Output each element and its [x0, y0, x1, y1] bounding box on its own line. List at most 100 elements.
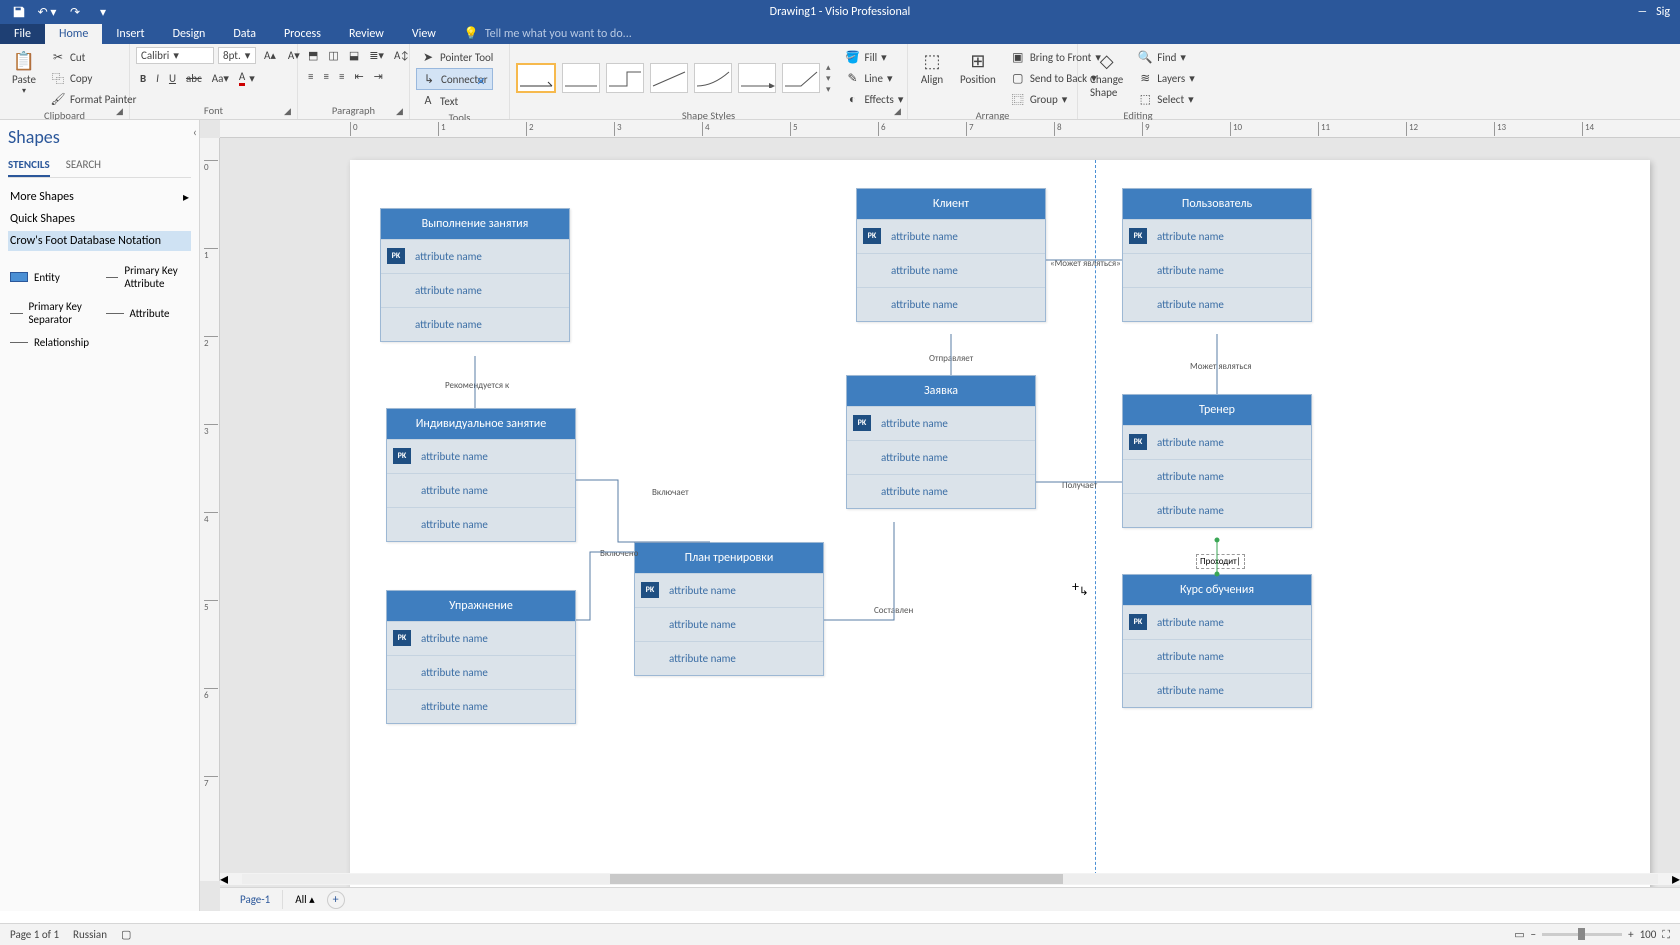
entity-vypolnenie[interactable]: Выполнение занятия PKattribute name attr…: [380, 208, 570, 342]
copy-button[interactable]: ⿻Copy: [46, 68, 140, 88]
align-middle-button[interactable]: ◫: [324, 47, 342, 64]
cut-button[interactable]: ✂Cut: [46, 47, 140, 67]
quick-shapes-item[interactable]: Quick Shapes: [8, 209, 191, 229]
clipboard-launcher-icon[interactable]: ◢: [116, 106, 126, 116]
format-painter-button[interactable]: 🖌Format Painter: [46, 89, 140, 109]
change-shape-button[interactable]: ◇Change Shape: [1084, 47, 1129, 101]
fit-page-icon[interactable]: ⛶: [1662, 928, 1670, 942]
font-name-combo[interactable]: Calibri▾: [136, 47, 214, 64]
pages-all[interactable]: All ▴: [295, 893, 314, 906]
position-button[interactable]: ⊞Position: [954, 47, 1002, 88]
search-tab[interactable]: SEARCH: [66, 154, 101, 177]
zoom-out-button[interactable]: −: [1531, 928, 1536, 941]
entity-individualnoe[interactable]: Индивидуальное занятие PKattribute name …: [386, 408, 576, 542]
indent-decrease-button[interactable]: ⇤: [350, 68, 367, 85]
close-icon[interactable]: ✕: [476, 75, 485, 88]
macro-record-icon[interactable]: ▢: [121, 928, 131, 941]
paragraph-launcher-icon[interactable]: ◢: [396, 106, 406, 116]
presentation-mode-icon[interactable]: ▭: [1514, 928, 1524, 941]
font-launcher-icon[interactable]: ◢: [284, 106, 294, 116]
zoom-level[interactable]: 100: [1640, 928, 1657, 941]
entity-uprazhnenie[interactable]: Упражнение PKattribute name attribute na…: [386, 590, 576, 724]
case-button[interactable]: Aa▾: [208, 68, 233, 88]
tab-design[interactable]: Design: [159, 24, 220, 44]
status-language[interactable]: Russian: [73, 928, 107, 941]
align-left-button[interactable]: ≡: [304, 68, 317, 85]
entity-klient[interactable]: Клиент PKattribute name attribute name a…: [856, 188, 1046, 322]
tab-insert[interactable]: Insert: [102, 24, 158, 44]
style-thumb-6[interactable]: [738, 63, 776, 93]
styles-launcher-icon[interactable]: ◢: [894, 106, 904, 116]
connector-tool-button[interactable]: ↳Connector✕: [416, 68, 493, 90]
scroll-left-icon[interactable]: ◂: [220, 869, 228, 889]
collapse-panel-icon[interactable]: ‹: [193, 126, 197, 140]
shape-pk-attribute[interactable]: Primary Key Attribute: [104, 261, 196, 293]
layers-button[interactable]: ≋Layers ▾: [1133, 68, 1199, 88]
style-thumb-4[interactable]: [650, 63, 688, 93]
stencils-tab[interactable]: STENCILS: [8, 154, 50, 177]
entity-trener[interactable]: Тренер PKattribute name attribute name a…: [1122, 394, 1312, 528]
style-thumb-2[interactable]: [562, 63, 600, 93]
zoom-slider[interactable]: [1542, 933, 1622, 936]
tab-process[interactable]: Process: [270, 24, 335, 44]
line-button[interactable]: ✎Line ▾: [841, 68, 908, 88]
style-thumb-3[interactable]: [606, 63, 644, 93]
find-button[interactable]: 🔍Find ▾: [1133, 47, 1199, 67]
guide-line[interactable]: [1095, 160, 1096, 895]
tab-review[interactable]: Review: [335, 24, 398, 44]
italic-button[interactable]: I: [152, 68, 163, 88]
page[interactable]: Выполнение занятия PKattribute name attr…: [350, 160, 1650, 895]
grow-font-button[interactable]: A▴: [260, 47, 280, 64]
add-page-button[interactable]: +: [327, 891, 345, 909]
entity-kurs[interactable]: Курс обучения PKattribute name attribute…: [1122, 574, 1312, 708]
text-editing-prohodit[interactable]: Проходит|: [1196, 554, 1245, 569]
zoom-in-button[interactable]: +: [1628, 928, 1633, 941]
shape-attribute[interactable]: Attribute: [104, 297, 196, 329]
style-thumb-5[interactable]: [694, 63, 732, 93]
shape-entity[interactable]: Entity: [8, 261, 100, 293]
more-shapes-item[interactable]: More Shapes▸: [8, 186, 191, 209]
tab-file[interactable]: File: [0, 24, 45, 44]
style-thumb-7[interactable]: [782, 63, 820, 93]
tell-me-search[interactable]: 💡Tell me what you want to do...: [450, 23, 646, 44]
scroll-right-icon[interactable]: ▸: [1672, 869, 1680, 889]
entity-zayavka[interactable]: Заявка PKattribute name attribute name a…: [846, 375, 1036, 509]
paste-button[interactable]: 📋Paste▾: [6, 47, 42, 98]
entity-plan[interactable]: План тренировки PKattribute name attribu…: [634, 542, 824, 676]
qat-customize-icon[interactable]: ▾: [92, 1, 114, 23]
text-tool-button[interactable]: AText: [416, 91, 462, 111]
drawing-canvas[interactable]: Выполнение занятия PKattribute name attr…: [220, 138, 1680, 881]
tab-home[interactable]: Home: [45, 24, 102, 44]
minimize-icon[interactable]: ―: [1631, 1, 1653, 23]
indent-increase-button[interactable]: ⇥: [370, 68, 387, 85]
save-icon[interactable]: [8, 1, 30, 23]
undo-icon[interactable]: ↶ ▾: [36, 1, 58, 23]
font-color-button[interactable]: A▾: [235, 68, 259, 88]
fill-button[interactable]: 🪣Fill ▾: [841, 47, 908, 67]
stencil-crowsfoot[interactable]: Crow's Foot Database Notation: [8, 231, 191, 251]
align-right-button[interactable]: ≡: [335, 68, 348, 85]
bullets-button[interactable]: ≣▾: [365, 47, 388, 64]
sign-in[interactable]: Sig: [1656, 5, 1670, 19]
align-top-button[interactable]: ⬒: [304, 47, 322, 64]
style-thumb-1[interactable]: [516, 63, 556, 93]
shape-pk-separator[interactable]: Primary Key Separator: [8, 297, 100, 329]
shape-relationship[interactable]: Relationship: [8, 333, 100, 352]
strike-button[interactable]: abc: [182, 68, 206, 88]
pointer-tool-button[interactable]: ➤Pointer Tool: [416, 47, 497, 67]
page-tab-1[interactable]: Page-1: [228, 890, 283, 909]
select-button[interactable]: ⬚Select ▾: [1133, 89, 1199, 109]
tab-view[interactable]: View: [398, 24, 450, 44]
align-center-button[interactable]: ≡: [319, 68, 332, 85]
style-gallery-nav[interactable]: ▴▾▾: [826, 62, 831, 95]
tab-data[interactable]: Data: [219, 24, 270, 44]
bold-button[interactable]: B: [136, 68, 150, 88]
horizontal-scrollbar[interactable]: ◂ ▸: [220, 873, 1680, 885]
underline-button[interactable]: U: [165, 68, 180, 88]
align-bottom-button[interactable]: ⬓: [345, 47, 363, 64]
font-size-combo[interactable]: 8pt.▾: [218, 47, 256, 64]
connector-cursor-icon: +↳: [1072, 578, 1089, 599]
redo-icon[interactable]: ↷: [64, 1, 86, 23]
entity-polzovatel[interactable]: Пользователь PKattribute name attribute …: [1122, 188, 1312, 322]
align-button[interactable]: ⬚Align: [914, 47, 950, 88]
